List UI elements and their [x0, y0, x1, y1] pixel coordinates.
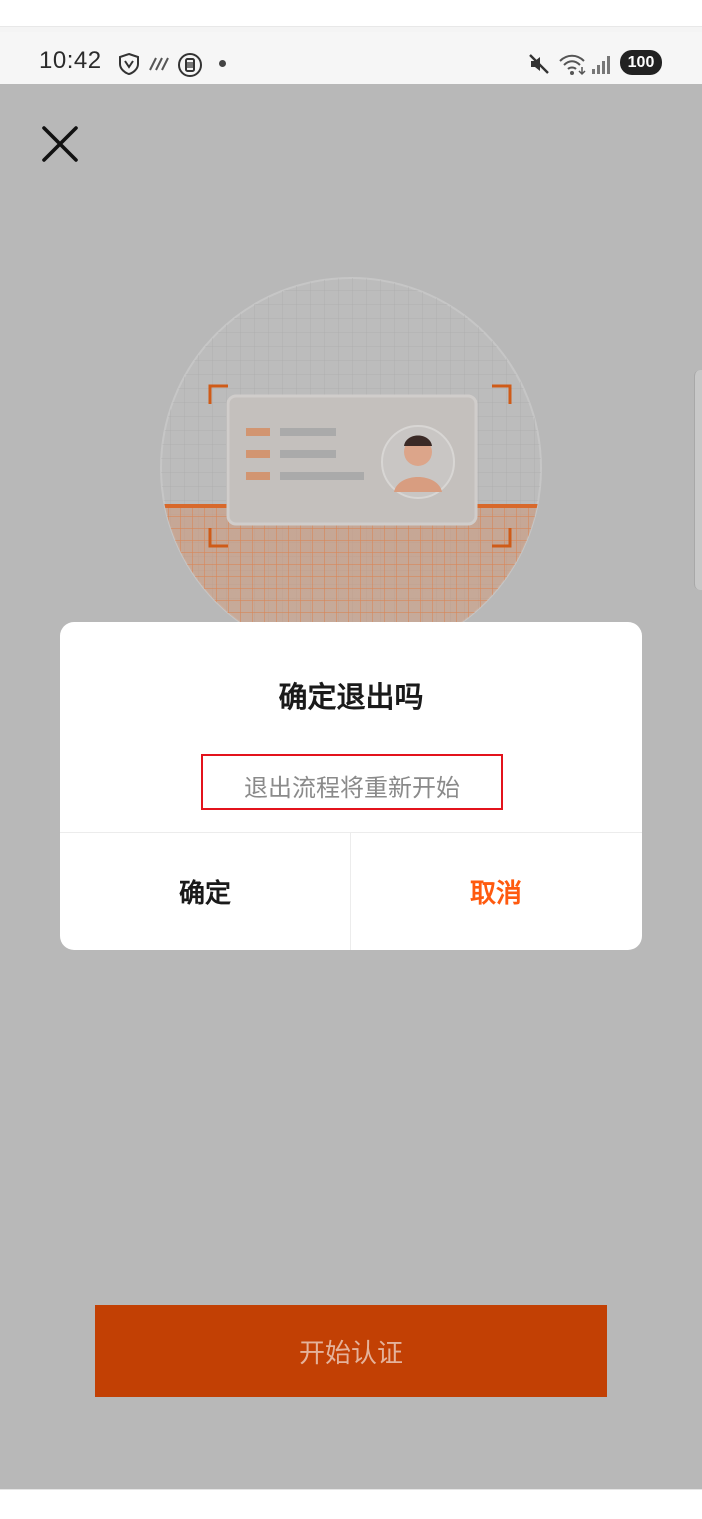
bottom-bar [0, 1489, 702, 1519]
close-icon[interactable] [38, 122, 82, 166]
mute-icon [529, 54, 549, 74]
status-bar: 10:42 100 [0, 32, 702, 84]
cancel-button[interactable]: 取消 [351, 833, 641, 950]
dialog-title: 确定退出吗 [278, 680, 424, 714]
sim-icon [178, 53, 202, 77]
dot-icon [219, 60, 226, 67]
confirm-button[interactable]: 确定 [60, 833, 350, 950]
start-verification-button[interactable]: 开始认证 [95, 1305, 607, 1397]
dialog-message-highlight: 退出流程将重新开始 [201, 754, 503, 810]
battery-icon: 100 [620, 50, 662, 75]
signal-icon [592, 56, 610, 74]
wifi-calling-icon [149, 57, 169, 71]
dialog-message: 退出流程将重新开始 [244, 774, 460, 802]
exit-confirm-dialog: 确定退出吗 退出流程将重新开始 确定 取消 [60, 622, 642, 950]
shield-icon [119, 52, 139, 76]
wifi-icon [559, 54, 586, 76]
id-card-scan-illustration [160, 277, 542, 636]
side-handle [694, 370, 702, 590]
status-time: 10:42 [39, 47, 102, 74]
